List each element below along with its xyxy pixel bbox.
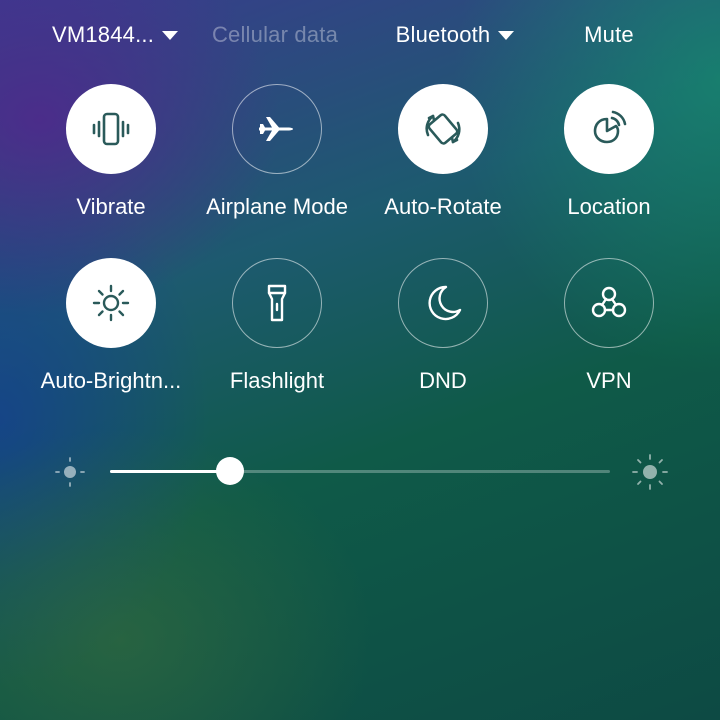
- bluetooth-label: Bluetooth: [395, 22, 491, 47]
- vpn-icon: [591, 286, 627, 318]
- mute-toggle[interactable]: Mute: [560, 18, 658, 52]
- wifi-label: VM1844...: [51, 22, 155, 47]
- tile-auto-rotate[interactable]: Auto-Rotate: [360, 84, 526, 220]
- tile-auto-brightness-button[interactable]: [66, 258, 156, 348]
- cellular-data-toggle[interactable]: Cellular data: [200, 18, 350, 52]
- tile-flashlight-button[interactable]: [232, 258, 322, 348]
- tile-location-label: Location: [567, 194, 651, 219]
- tile-dnd[interactable]: DND: [360, 258, 526, 394]
- airplane-icon: [259, 117, 293, 141]
- tile-auto-brightness[interactable]: Auto-Brightn...: [28, 258, 194, 394]
- brightness-slider-track[interactable]: [110, 470, 610, 473]
- tile-vibrate[interactable]: Vibrate: [28, 84, 194, 220]
- tile-airplane-mode[interactable]: Airplane Mode: [194, 84, 360, 220]
- tile-vpn-label: VPN: [586, 368, 632, 393]
- vibrate-icon: [92, 112, 130, 146]
- brightness-high-icon: [632, 454, 668, 490]
- auto-brightness-icon: [92, 284, 130, 322]
- tile-location[interactable]: Location: [526, 84, 692, 220]
- flashlight-icon: [267, 284, 287, 322]
- tile-flashlight[interactable]: Flashlight: [194, 258, 360, 394]
- tile-vpn[interactable]: VPN: [526, 258, 692, 394]
- tile-location-button[interactable]: [564, 84, 654, 174]
- moon-icon: [428, 285, 462, 321]
- tile-vibrate-button[interactable]: [66, 84, 156, 174]
- tile-auto-brightness-label: Auto-Brightn...: [40, 368, 182, 393]
- tile-airplane-mode-button[interactable]: [232, 84, 322, 174]
- wifi-selector[interactable]: VM1844...: [20, 18, 210, 52]
- chevron-down-icon: [162, 30, 179, 40]
- brightness-slider-row: [0, 452, 720, 492]
- tile-airplane-mode-label: Airplane Mode: [206, 194, 348, 219]
- chevron-down-icon: [498, 30, 515, 40]
- location-icon: [593, 110, 627, 144]
- mute-label: Mute: [584, 22, 634, 47]
- tile-flashlight-label: Flashlight: [229, 368, 325, 393]
- cellular-data-label: Cellular data: [211, 22, 339, 47]
- auto-rotate-icon: [425, 113, 461, 145]
- brightness-low-icon: [55, 457, 85, 487]
- tile-vibrate-label: Vibrate: [76, 194, 146, 219]
- brightness-slider-fill: [110, 470, 230, 473]
- bluetooth-selector[interactable]: Bluetooth: [370, 18, 540, 52]
- brightness-slider-thumb[interactable]: [216, 457, 244, 485]
- tile-auto-rotate-button[interactable]: [398, 84, 488, 174]
- tile-auto-rotate-label: Auto-Rotate: [384, 194, 502, 219]
- top-shortcuts-row: VM1844... Cellular data Bluetooth Mute: [0, 18, 720, 52]
- tile-vpn-button[interactable]: [564, 258, 654, 348]
- tile-dnd-label: DND: [419, 368, 467, 393]
- tile-dnd-button[interactable]: [398, 258, 488, 348]
